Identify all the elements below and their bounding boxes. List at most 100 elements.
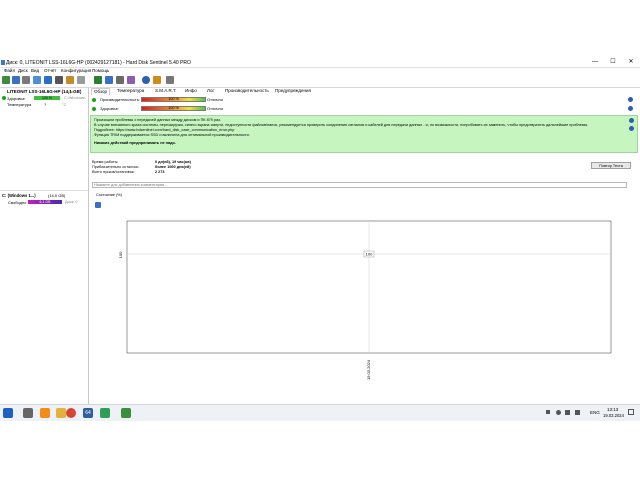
- remaining-label: Приблизительно осталось:: [92, 165, 140, 169]
- temp-value: ?: [44, 102, 47, 107]
- message-line-5: Никаких действий предпринимать не надо.: [94, 141, 176, 145]
- chrome-icon[interactable]: [66, 408, 76, 418]
- menu-disk[interactable]: Диск: [18, 68, 28, 73]
- menu-bar: Файл Диск Вид Отчёт Конфигурация Помощь: [0, 67, 640, 74]
- x-tick-label: 19.03.2024: [366, 359, 371, 380]
- comment-input[interactable]: [92, 182, 627, 188]
- save-icon[interactable]: [44, 76, 52, 84]
- tab-performance[interactable]: Производительность: [225, 88, 269, 94]
- green-app-icon[interactable]: [121, 408, 131, 418]
- tab-temperature[interactable]: Температура: [117, 88, 144, 94]
- free-label: Свободно: [8, 200, 27, 205]
- hdsentinel-taskbar-icon[interactable]: [100, 408, 110, 418]
- remaining-value: более 1000 дня(ей): [155, 165, 191, 169]
- stats-icon[interactable]: [127, 76, 135, 84]
- volume-icon[interactable]: [575, 410, 580, 415]
- maximize-button[interactable]: ☐: [604, 58, 622, 67]
- tab-alerts[interactable]: Предупреждения: [275, 88, 311, 94]
- tools-icon[interactable]: [77, 76, 85, 84]
- report-icon[interactable]: [22, 76, 30, 84]
- perf-value: 100 %: [168, 97, 179, 101]
- chart-title: Состояние (%): [96, 193, 122, 197]
- health-chart: 100 100 19.03.2024: [118, 220, 612, 380]
- language-indicator[interactable]: ENG: [590, 410, 600, 415]
- health-drive: C:\Windows\: [64, 96, 86, 100]
- message-line-3: Подробнее: https://www.hdsentinel.com/ha…: [94, 128, 235, 132]
- copy-icon[interactable]: [33, 76, 41, 84]
- print-icon[interactable]: [55, 76, 63, 84]
- network-icon[interactable]: [556, 410, 561, 415]
- menu-config[interactable]: Конфигурация: [61, 68, 91, 73]
- status-message-box: Произошли проблемы с передачей данных ме…: [90, 115, 638, 153]
- battery-icon[interactable]: [565, 410, 570, 415]
- health-bar-main: 100 %: [141, 106, 206, 111]
- app-window: Диск: 0, LITEONIT LSS-16L6G-HP (00242912…: [0, 58, 640, 420]
- app-icon: [1, 60, 5, 65]
- windows-start-icon[interactable]: [3, 408, 13, 418]
- y-tick-label: 100: [118, 251, 123, 258]
- partition-size: (14,0 GB): [48, 193, 66, 198]
- health-value-main: 100 %: [168, 106, 179, 110]
- perf-status: Отлично: [207, 97, 223, 102]
- search-icon[interactable]: [23, 408, 33, 418]
- health-bar: 100 %: [34, 96, 60, 100]
- menu-file[interactable]: Файл: [4, 68, 15, 73]
- runtime-label: Время работы:: [92, 160, 119, 164]
- folder-icon[interactable]: [56, 408, 66, 418]
- disk-icon[interactable]: [12, 76, 20, 84]
- performance-bar: 100 %: [141, 97, 206, 102]
- menu-report[interactable]: Отчёт: [44, 68, 56, 73]
- mail-icon[interactable]: [66, 76, 74, 84]
- tab-info[interactable]: Инфо: [185, 88, 197, 94]
- tab-overview-label: Обзор: [94, 89, 107, 94]
- perf-label: Производительность:: [100, 97, 140, 102]
- partition-title: C: (Windows 1...): [2, 193, 36, 198]
- starts-value: 2 273: [155, 170, 165, 174]
- menu-help[interactable]: Помощь: [92, 68, 109, 73]
- message-line-4: Функция TRIM поддерживается SSD и включе…: [94, 133, 250, 137]
- tab-log[interactable]: Лог: [207, 88, 214, 94]
- tab-temperature-label: Температура: [117, 88, 145, 93]
- close-button[interactable]: ✕: [622, 58, 640, 67]
- partition-entry[interactable]: C: (Windows 1...) (14,0 GB) Свободно 6,1…: [0, 190, 88, 209]
- clock-time[interactable]: 13:13: [607, 407, 618, 412]
- starts-label: Всего пусков/остановок:: [92, 170, 135, 174]
- tab-performance-label: Производительность: [225, 88, 269, 93]
- retest-button[interactable]: Повтор Теста: [591, 162, 631, 169]
- message-line-2: В случае внезапного краха системы, перез…: [94, 123, 589, 127]
- free-space-bar: 6,1 GB: [28, 200, 62, 204]
- minimize-button[interactable]: —: [586, 58, 604, 67]
- overview-health-label: Здоровье:: [100, 106, 119, 111]
- menu-view[interactable]: Вид: [31, 68, 39, 73]
- message-help-icon[interactable]: [629, 118, 634, 123]
- message-help-icon-2[interactable]: [629, 126, 634, 131]
- sync-icon[interactable]: [105, 76, 113, 84]
- tab-smart[interactable]: S.M.A.R.T.: [155, 88, 177, 94]
- tab-smart-label: S.M.A.R.T.: [155, 88, 177, 93]
- clock-date[interactable]: 19.03.2024: [603, 413, 624, 418]
- refresh-icon[interactable]: [2, 76, 10, 84]
- toolbar: [0, 74, 640, 88]
- tab-overview[interactable]: Обзор: [91, 88, 110, 95]
- perf-check-icon: [92, 98, 96, 102]
- settings-icon[interactable]: [116, 76, 124, 84]
- app-64-icon[interactable]: 64: [83, 408, 93, 418]
- exit-icon[interactable]: [166, 76, 174, 84]
- test-icon[interactable]: [94, 76, 102, 84]
- health-status: Отлично: [207, 106, 223, 111]
- taskbar: 64 ENG 13:13 19.03.2024: [0, 404, 640, 421]
- data-label: 100: [366, 252, 373, 257]
- temp-unit: °C: [62, 102, 67, 107]
- notifications-icon[interactable]: [628, 409, 634, 415]
- tab-alerts-label: Предупреждения: [275, 88, 311, 93]
- info-icon[interactable]: [153, 76, 161, 84]
- vlc-icon[interactable]: [40, 408, 50, 418]
- perf-help-icon[interactable]: [628, 97, 633, 102]
- tab-bar: Обзор Температура S.M.A.R.T. Инфо Лог Пр…: [89, 88, 640, 95]
- disk-entry[interactable]: LITEONIT LSS-16L6G-HP (14,1 GB) Диск: 0 …: [0, 88, 88, 110]
- help-icon[interactable]: [142, 76, 150, 84]
- disk-number: Диск: 0: [68, 89, 82, 94]
- tray-arrow-icon[interactable]: [546, 410, 550, 414]
- disk-list-panel: LITEONIT LSS-16L6G-HP (14,1 GB) Диск: 0 …: [0, 88, 89, 406]
- health-help-icon[interactable]: [628, 106, 633, 111]
